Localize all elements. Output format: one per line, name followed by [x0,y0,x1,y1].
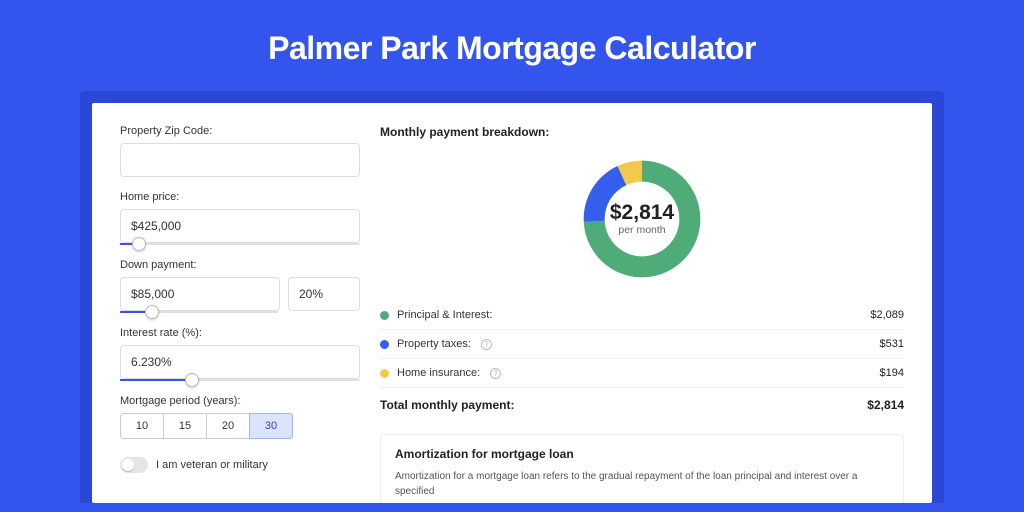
legend-dot [380,340,389,349]
breakdown-column: Monthly payment breakdown: $2,814 per mo… [380,125,904,503]
donut-amount: $2,814 [610,201,675,224]
rate-input[interactable] [120,345,360,379]
help-icon[interactable]: ? [490,368,501,379]
legend-row: Principal & Interest: $2,089 [380,301,904,329]
calculator-panel: Property Zip Code: Home price: Down paym… [92,103,932,503]
down-payment-field: Down payment: [120,259,360,313]
rate-slider[interactable] [120,379,360,381]
amortization-title: Amortization for mortgage loan [395,447,889,461]
legend-row: Home insurance:? $194 [380,358,904,387]
help-icon[interactable]: ? [481,339,492,350]
breakdown-title: Monthly payment breakdown: [380,125,904,139]
legend: Principal & Interest: $2,089 Property taxe… [380,301,904,387]
period-buttons: 10152030 [120,413,360,439]
period-button-20[interactable]: 20 [206,413,250,439]
down-payment-pct-input[interactable] [288,277,360,311]
legend-label: Principal & Interest: [397,309,492,321]
legend-dot [380,369,389,378]
amortization-body: Amortization for a mortgage loan refers … [395,469,889,499]
home-price-slider[interactable] [120,243,360,245]
veteran-toggle[interactable] [120,457,148,473]
period-button-30[interactable]: 30 [249,413,293,439]
donut-chart: $2,814 per month [380,149,904,289]
legend-row: Property taxes:? $531 [380,329,904,358]
total-row: Total monthly payment: $2,814 [380,387,904,422]
home-price-label: Home price: [120,191,360,203]
page-title: Palmer Park Mortgage Calculator [40,30,984,67]
legend-label: Property taxes: [397,338,471,350]
legend-label: Home insurance: [397,367,480,379]
rate-label: Interest rate (%): [120,327,360,339]
period-button-10[interactable]: 10 [120,413,164,439]
zip-field: Property Zip Code: [120,125,360,177]
period-field: Mortgage period (years): 10152030 [120,395,360,439]
legend-dot [380,311,389,320]
donut-sub: per month [618,224,665,236]
home-price-input[interactable] [120,209,360,243]
home-price-field: Home price: [120,191,360,245]
inputs-column: Property Zip Code: Home price: Down paym… [120,125,360,503]
legend-value: $2,089 [870,309,904,321]
down-payment-input[interactable] [120,277,280,311]
calculator-frame: Property Zip Code: Home price: Down paym… [80,91,944,503]
total-value: $2,814 [867,398,904,412]
zip-label: Property Zip Code: [120,125,360,137]
rate-field: Interest rate (%): [120,327,360,381]
amortization-card: Amortization for mortgage loan Amortizat… [380,434,904,503]
period-button-15[interactable]: 15 [163,413,207,439]
total-label: Total monthly payment: [380,398,514,412]
legend-value: $194 [880,367,904,379]
period-label: Mortgage period (years): [120,395,360,407]
veteran-row: I am veteran or military [120,457,360,473]
down-payment-slider[interactable] [120,311,278,313]
veteran-label: I am veteran or military [156,459,268,471]
zip-input[interactable] [120,143,360,177]
down-payment-label: Down payment: [120,259,360,271]
legend-value: $531 [880,338,904,350]
